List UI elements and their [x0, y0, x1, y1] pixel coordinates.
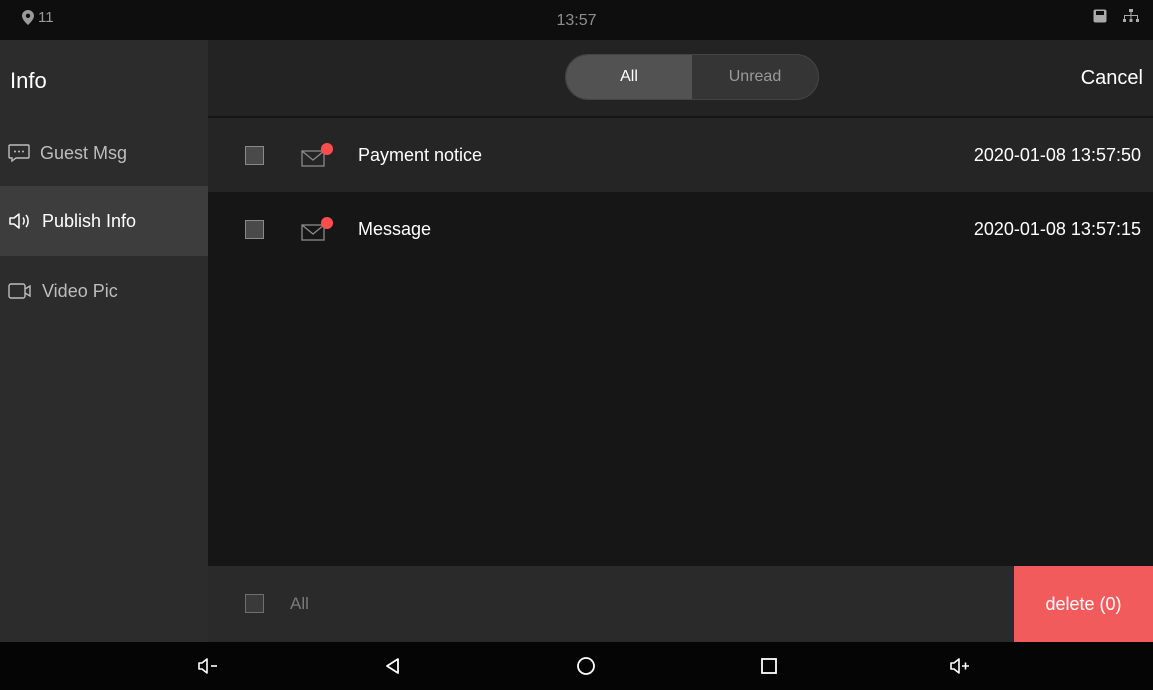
message-time: 2020-01-08 13:57:50 — [973, 144, 1141, 165]
volume-down-button[interactable] — [188, 642, 228, 690]
delete-button[interactable]: delete (0) — [1014, 566, 1153, 642]
filter-all-button[interactable]: All — [566, 55, 692, 99]
filter-bar: All Unread Cancel — [208, 40, 1153, 116]
recents-icon — [761, 658, 777, 674]
message-title: Message — [358, 218, 432, 239]
speaker-icon — [9, 213, 29, 229]
sidebar-item-label: Video Pic — [42, 280, 118, 301]
select-all-label: All — [290, 594, 309, 613]
unread-envelope-icon — [301, 143, 333, 167]
sidebar-item-label: Publish Info — [42, 210, 137, 231]
message-row[interactable]: Message 2020-01-08 13:57:15 — [208, 192, 1153, 266]
sidebar-item-label: Guest Msg — [40, 142, 128, 163]
sd-card-icon — [1093, 9, 1107, 23]
message-time: 2020-01-08 13:57:15 — [973, 218, 1141, 239]
chat-bubble-icon — [8, 144, 30, 162]
recents-button[interactable] — [749, 642, 789, 690]
status-bar: 11 13:57 — [0, 0, 1153, 40]
message-row[interactable]: Payment notice 2020-01-08 13:57:50 — [208, 118, 1153, 192]
message-checkbox[interactable] — [245, 219, 264, 239]
filter-segmented-control: All Unread — [565, 54, 819, 100]
navigation-bar — [0, 642, 1153, 690]
page-title: Info — [10, 68, 47, 93]
message-checkbox[interactable] — [245, 145, 264, 165]
unread-envelope-icon — [301, 217, 333, 241]
sidebar-item-publish-info[interactable]: Publish Info — [0, 186, 208, 256]
home-icon — [577, 657, 595, 675]
sidebar: Info Guest Msg Publish Info Video Pic — [0, 40, 208, 642]
status-time: 13:57 — [556, 12, 597, 29]
home-button[interactable] — [566, 642, 606, 690]
video-camera-icon — [8, 283, 31, 299]
cancel-button[interactable]: Cancel — [1081, 67, 1143, 90]
sidebar-item-guest-msg[interactable]: Guest Msg — [0, 118, 208, 188]
filter-unread-button[interactable]: Unread — [692, 55, 818, 99]
message-title: Payment notice — [358, 144, 483, 165]
main-panel: All Unread Cancel Payment notice 2020-01… — [208, 40, 1153, 642]
volume-up-icon — [950, 658, 969, 674]
back-button[interactable] — [373, 642, 413, 690]
network-icon — [1123, 9, 1139, 22]
volume-down-icon — [198, 658, 217, 674]
action-bar: All delete (0) — [208, 566, 1153, 642]
volume-up-button[interactable] — [940, 642, 980, 690]
select-all-checkbox[interactable] — [245, 594, 264, 613]
back-icon — [386, 658, 399, 674]
sidebar-item-video-pic[interactable]: Video Pic — [0, 256, 208, 326]
